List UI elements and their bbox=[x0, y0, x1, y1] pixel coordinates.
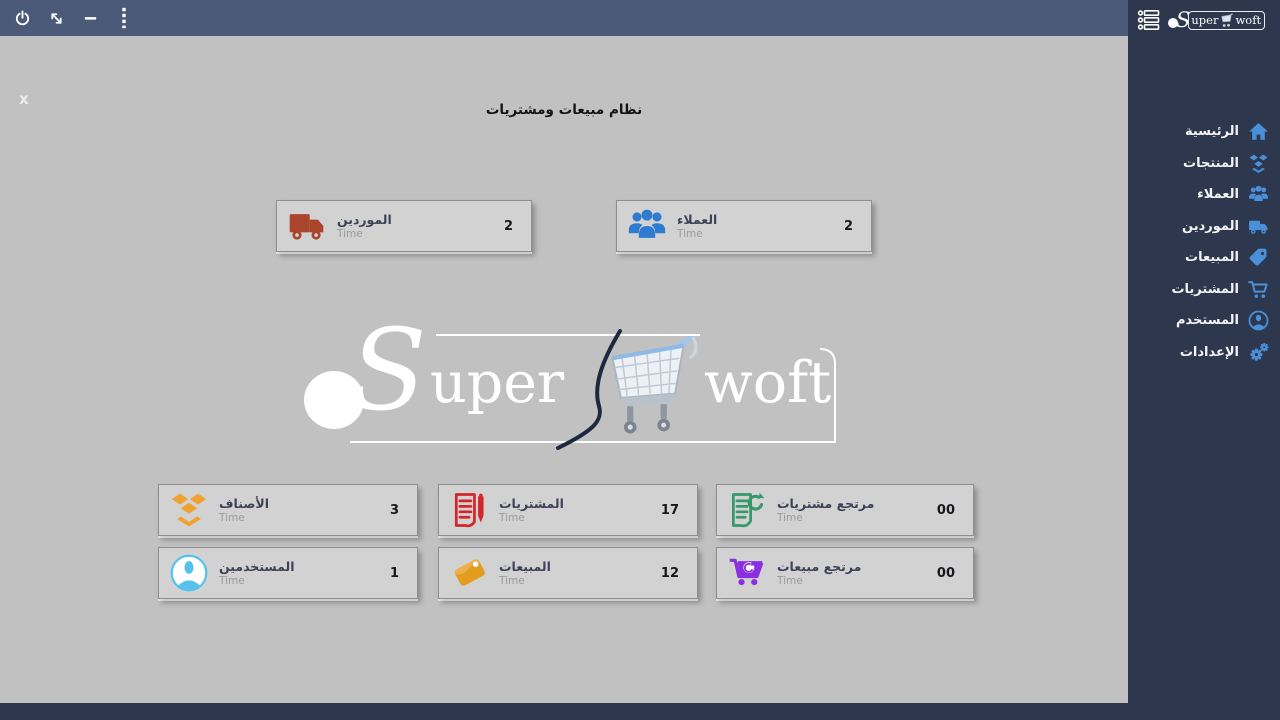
card-customers[interactable]: العملاء Time 2 bbox=[616, 200, 872, 252]
resize-icon[interactable] bbox=[46, 8, 66, 28]
user-circle-icon bbox=[1248, 310, 1269, 331]
price-tag-icon bbox=[449, 553, 489, 593]
sidebar-item-home[interactable]: الرئيسية bbox=[1128, 116, 1280, 148]
card-text: المبيعات Time bbox=[499, 559, 551, 587]
card-count: 2 bbox=[504, 219, 531, 234]
sidebar-item-label: الرئيسية bbox=[1185, 124, 1239, 139]
card-title: المبيعات bbox=[499, 559, 551, 575]
logo-text-uper: uper bbox=[430, 355, 564, 412]
sidebar-item-purchases[interactable]: المشتريات bbox=[1128, 274, 1280, 306]
return-document-icon bbox=[727, 490, 767, 530]
sidebar-item-label: العملاء bbox=[1197, 187, 1239, 202]
superwoft-logo: S uper woft bbox=[298, 329, 843, 457]
card-subtitle: Time bbox=[499, 512, 564, 524]
card-subtitle: Time bbox=[499, 575, 551, 587]
return-cart-icon bbox=[727, 553, 767, 593]
card-categories[interactable]: الأصناف Time 3 bbox=[158, 484, 418, 536]
sidebar-nav: الرئيسية المنتجات العملاء الموردين المبي… bbox=[1128, 116, 1280, 368]
card-subtitle: Time bbox=[337, 228, 392, 240]
sidebar-item-products[interactable]: المنتجات bbox=[1128, 148, 1280, 180]
list-menu-icon[interactable] bbox=[1137, 9, 1161, 31]
statusbar bbox=[0, 703, 1128, 720]
card-purchase-returns[interactable]: مرتجع مشتريات Time 00 bbox=[716, 484, 974, 536]
settings-gears-icon bbox=[1248, 342, 1269, 363]
invoice-pen-icon bbox=[449, 490, 489, 530]
card-title: الموردين bbox=[337, 212, 392, 228]
sidebar-item-suppliers[interactable]: الموردين bbox=[1128, 211, 1280, 243]
sidebar-item-label: الإعدادات bbox=[1180, 345, 1239, 360]
page-title: نظام مبيعات ومشتريات bbox=[0, 102, 1128, 118]
card-title: المستخدمين bbox=[219, 559, 295, 575]
card-subtitle: Time bbox=[219, 512, 269, 524]
mini-logo-text-uper: uper bbox=[1191, 13, 1218, 27]
logo-cart-icon bbox=[594, 331, 702, 446]
sidebar-item-label: المبيعات bbox=[1185, 250, 1239, 265]
titlebar bbox=[0, 0, 1128, 36]
card-text: المشتريات Time bbox=[499, 496, 564, 524]
card-subtitle: Time bbox=[219, 575, 295, 587]
card-text: مرتجع مشتريات Time bbox=[777, 496, 874, 524]
card-count: 17 bbox=[661, 503, 697, 518]
suppliers-truck-icon bbox=[1248, 216, 1269, 237]
sidebar-header: S uper woft bbox=[1128, 0, 1280, 40]
more-dots-icon[interactable] bbox=[114, 8, 134, 28]
sidebar-item-label: المشتريات bbox=[1171, 282, 1239, 297]
card-count: 00 bbox=[937, 503, 973, 518]
card-sales-returns[interactable]: مرتجع مبيعات Time 00 bbox=[716, 547, 974, 599]
customers-group-icon bbox=[1248, 184, 1269, 205]
mini-logo-text-woft: woft bbox=[1235, 13, 1261, 27]
card-purchases[interactable]: المشتريات Time 17 bbox=[438, 484, 698, 536]
card-title: المشتريات bbox=[499, 496, 564, 512]
card-users[interactable]: المستخدمين Time 1 bbox=[158, 547, 418, 599]
minimize-icon[interactable] bbox=[80, 8, 100, 28]
card-subtitle: Time bbox=[677, 228, 717, 240]
mini-logo-frame: uper woft bbox=[1188, 11, 1265, 30]
superwoft-mini-logo: S uper woft bbox=[1168, 10, 1265, 31]
card-text: العملاء Time bbox=[677, 212, 717, 240]
sales-tag-icon bbox=[1248, 247, 1269, 268]
user-circle-icon bbox=[169, 553, 209, 593]
mini-cart-icon bbox=[1219, 13, 1234, 28]
card-subtitle: Time bbox=[777, 575, 861, 587]
box-diamonds-icon bbox=[169, 490, 209, 530]
card-text: الأصناف Time bbox=[219, 496, 269, 524]
customers-group-icon bbox=[627, 206, 667, 246]
card-sales[interactable]: المبيعات Time 12 bbox=[438, 547, 698, 599]
card-count: 00 bbox=[937, 566, 973, 581]
card-text: المستخدمين Time bbox=[219, 559, 295, 587]
sidebar-item-settings[interactable]: الإعدادات bbox=[1128, 337, 1280, 369]
card-text: مرتجع مبيعات Time bbox=[777, 559, 861, 587]
card-title: مرتجع مشتريات bbox=[777, 496, 874, 512]
card-text: الموردين Time bbox=[337, 212, 392, 240]
sidebar-item-user[interactable]: المستخدم bbox=[1128, 305, 1280, 337]
card-count: 12 bbox=[661, 566, 697, 581]
sidebar-item-label: المنتجات bbox=[1183, 156, 1239, 171]
sidebar-item-customers[interactable]: العملاء bbox=[1128, 179, 1280, 211]
card-subtitle: Time bbox=[777, 512, 874, 524]
truck-icon bbox=[287, 206, 327, 246]
logo-letter-s: S bbox=[350, 315, 427, 427]
sidebar-item-label: المستخدم bbox=[1176, 313, 1239, 328]
card-title: مرتجع مبيعات bbox=[777, 559, 861, 575]
app-window: x نظام مبيعات ومشتريات الموردين Time 2 ا… bbox=[0, 0, 1280, 720]
card-count: 3 bbox=[390, 503, 417, 518]
sidebar-item-label: الموردين bbox=[1182, 219, 1239, 234]
products-box-icon bbox=[1248, 153, 1269, 174]
sidebar-item-sales[interactable]: المبيعات bbox=[1128, 242, 1280, 274]
purchases-cart-icon bbox=[1248, 279, 1269, 300]
power-icon[interactable] bbox=[12, 8, 32, 28]
card-count: 1 bbox=[390, 566, 417, 581]
sidebar: S uper woft الرئيسية المنتجات bbox=[1128, 0, 1280, 720]
card-count: 2 bbox=[844, 219, 871, 234]
home-icon bbox=[1248, 121, 1269, 142]
card-suppliers[interactable]: الموردين Time 2 bbox=[276, 200, 532, 252]
card-title: الأصناف bbox=[219, 496, 269, 512]
main-panel: x نظام مبيعات ومشتريات الموردين Time 2 ا… bbox=[0, 36, 1128, 703]
logo-text-woft: woft bbox=[704, 355, 831, 412]
card-title: العملاء bbox=[677, 212, 717, 228]
